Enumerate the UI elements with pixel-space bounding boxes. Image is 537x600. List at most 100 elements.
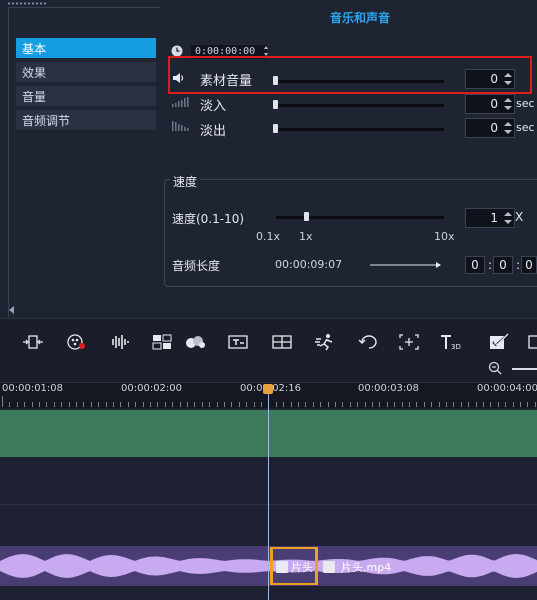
ruler-tick (165, 402, 166, 407)
ruler-tick (61, 402, 62, 407)
ruler-tick (254, 402, 255, 407)
ruler-tick (143, 402, 144, 407)
tab-volume[interactable]: 音量 (16, 86, 156, 106)
ruler-tick (231, 402, 232, 407)
speed-scale-min: 0.1x (256, 230, 281, 243)
ruler-tick (461, 402, 462, 407)
ruler-tick (120, 402, 121, 407)
section-title: 音乐和声音 (329, 11, 390, 25)
spinner-arrows-icon[interactable] (504, 98, 512, 110)
panel-grip[interactable] (7, 2, 47, 5)
ruler-tick (342, 402, 343, 407)
ruler-tick (209, 402, 210, 407)
fade-out-slider[interactable] (273, 128, 444, 131)
fade-in-input[interactable]: 0 (465, 94, 515, 114)
fade-in-slider-thumb[interactable] (273, 100, 278, 109)
clip-label: 片头.mp4 (341, 561, 392, 574)
duration-field-seconds[interactable]: 0 (521, 256, 537, 274)
spinner-arrows-icon[interactable] (504, 122, 512, 134)
ruler-tick (98, 402, 99, 407)
speed-scale-max: 10x (434, 230, 455, 243)
ruler-tick (91, 402, 92, 407)
subtitle-icon[interactable] (528, 333, 537, 351)
ruler-tick (483, 402, 484, 407)
ruler-tick (505, 402, 506, 407)
ruler-tick (387, 402, 388, 407)
zoom-slider[interactable] (512, 368, 537, 370)
speed-input[interactable]: 1 (465, 208, 515, 228)
rotate-icon[interactable] (358, 333, 380, 351)
mix-effect-icon[interactable] (66, 333, 88, 351)
ruler-tick (313, 402, 314, 407)
ruler-tick (431, 402, 432, 407)
spinner-arrows-icon[interactable] (504, 212, 512, 224)
ruler-tick (476, 402, 477, 407)
fade-in-slider[interactable] (273, 104, 444, 107)
ruler-tick (328, 402, 329, 407)
ruler-tick (217, 402, 218, 407)
duration-colon: : (516, 258, 521, 272)
duration-field-hours[interactable]: 0 (465, 256, 485, 274)
speed-label: 速度(0.1-10) (172, 212, 245, 226)
ruler-tick (32, 402, 33, 407)
speed-slider-thumb[interactable] (304, 212, 309, 221)
ruler-tick (187, 402, 188, 407)
freeze-icon[interactable] (398, 333, 420, 351)
ruler-tick (365, 402, 366, 407)
ruler-tick (335, 402, 336, 407)
ruler-tick (468, 402, 469, 407)
clip-label: 片头 (291, 561, 313, 574)
clip-trim-handle-right[interactable] (315, 548, 318, 584)
ruler-tick (453, 402, 454, 407)
blend-icon[interactable] (184, 333, 206, 351)
ruler-tick (46, 402, 47, 407)
tab-basic[interactable]: 基本 (16, 38, 156, 58)
scroll-left-arrow-icon[interactable] (9, 306, 14, 314)
ruler-tick (17, 402, 18, 407)
speed-slider[interactable] (276, 216, 444, 219)
ruler-tick (224, 402, 225, 407)
clip-trim-handle-left[interactable] (270, 548, 273, 584)
ruler-label: 00:00:01:08 (2, 383, 64, 394)
title-icon[interactable] (227, 333, 249, 351)
ruler-tick (513, 402, 514, 407)
zoom-out-icon[interactable] (488, 361, 502, 375)
fit-clip-icon[interactable] (22, 333, 44, 351)
ruler-tick (298, 402, 299, 407)
3d-title-icon[interactable]: 3D (440, 333, 462, 351)
duration-colon: : (488, 258, 493, 272)
ruler-tick (180, 402, 181, 407)
ruler-tick (128, 402, 129, 407)
ruler-tick (520, 402, 521, 407)
fade-out-input[interactable]: 0 (465, 118, 515, 138)
ruler-tick (261, 402, 262, 407)
playhead-line[interactable] (268, 384, 269, 600)
ruler-tick (135, 402, 136, 407)
tab-audio-adjust[interactable]: 音频调节 (16, 110, 156, 130)
audio-duration-label: 音频长度 (172, 259, 221, 273)
ruler-tick (172, 402, 173, 407)
ruler-tick (113, 402, 114, 407)
multicam-icon[interactable] (151, 333, 173, 351)
ruler-tick (320, 402, 321, 407)
duration-field-minutes[interactable]: 0 (493, 256, 513, 274)
ruler-tick (439, 402, 440, 407)
fade-out-unit: sec (516, 121, 535, 134)
motion-tracking-icon[interactable] (314, 333, 336, 351)
arrow-right-icon (370, 262, 441, 268)
playhead-handle[interactable] (263, 384, 273, 394)
ruler-tick (357, 402, 358, 407)
ruler-tick (276, 402, 277, 407)
ruler-label: 00:00:03:08 (358, 383, 420, 394)
ruler-tick (69, 402, 70, 407)
audio-waveform-icon[interactable] (108, 333, 130, 351)
timecode-spinner-icon[interactable] (264, 46, 269, 56)
ruler-tick (83, 402, 84, 407)
tab-effects[interactable]: 效果 (16, 62, 156, 82)
ruler-label: 00:00:04:00 (477, 383, 537, 394)
checklist-icon[interactable] (488, 333, 510, 351)
volume-highlight-box (168, 56, 532, 94)
fade-out-slider-thumb[interactable] (273, 124, 278, 133)
fade-in-label: 淡入 (200, 99, 227, 114)
split-screen-icon[interactable] (271, 333, 293, 351)
